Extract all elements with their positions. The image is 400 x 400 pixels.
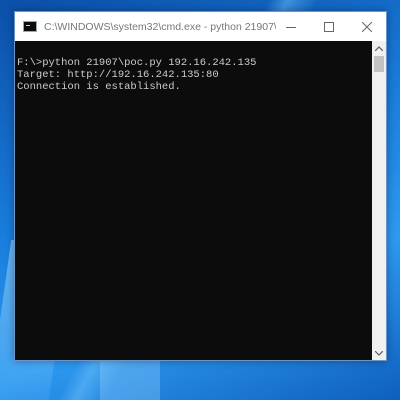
console-line: F:\>python 21907\poc.py 192.16.242.135 — [17, 57, 257, 69]
cmd-window[interactable]: C:\WINDOWS\system32\cmd.exe - python 219… — [14, 11, 387, 361]
window-title: C:\WINDOWS\system32\cmd.exe - python 219… — [44, 20, 276, 33]
console-line: Connection is established. — [17, 81, 181, 93]
maximize-button[interactable] — [310, 12, 348, 41]
vertical-scrollbar[interactable] — [372, 41, 386, 360]
cmd-icon[interactable] — [23, 21, 37, 32]
chevron-down-icon — [375, 350, 383, 356]
maximize-icon — [324, 21, 334, 32]
scroll-down-button[interactable] — [372, 346, 386, 360]
scroll-thumb[interactable] — [374, 56, 384, 72]
title-bar[interactable]: C:\WINDOWS\system32\cmd.exe - python 219… — [15, 12, 386, 41]
close-icon — [362, 21, 372, 32]
minimize-icon — [286, 26, 296, 28]
chevron-up-icon — [375, 45, 383, 51]
scroll-up-button[interactable] — [372, 41, 386, 55]
wallpaper-light-beam — [100, 355, 160, 400]
console-output[interactable]: F:\>python 21907\poc.py 192.16.242.135 T… — [15, 41, 372, 360]
close-button[interactable] — [348, 12, 386, 41]
console-line: Target: http://192.16.242.135:80 — [17, 69, 219, 81]
minimize-button[interactable] — [272, 12, 310, 41]
caption-buttons — [272, 12, 386, 41]
